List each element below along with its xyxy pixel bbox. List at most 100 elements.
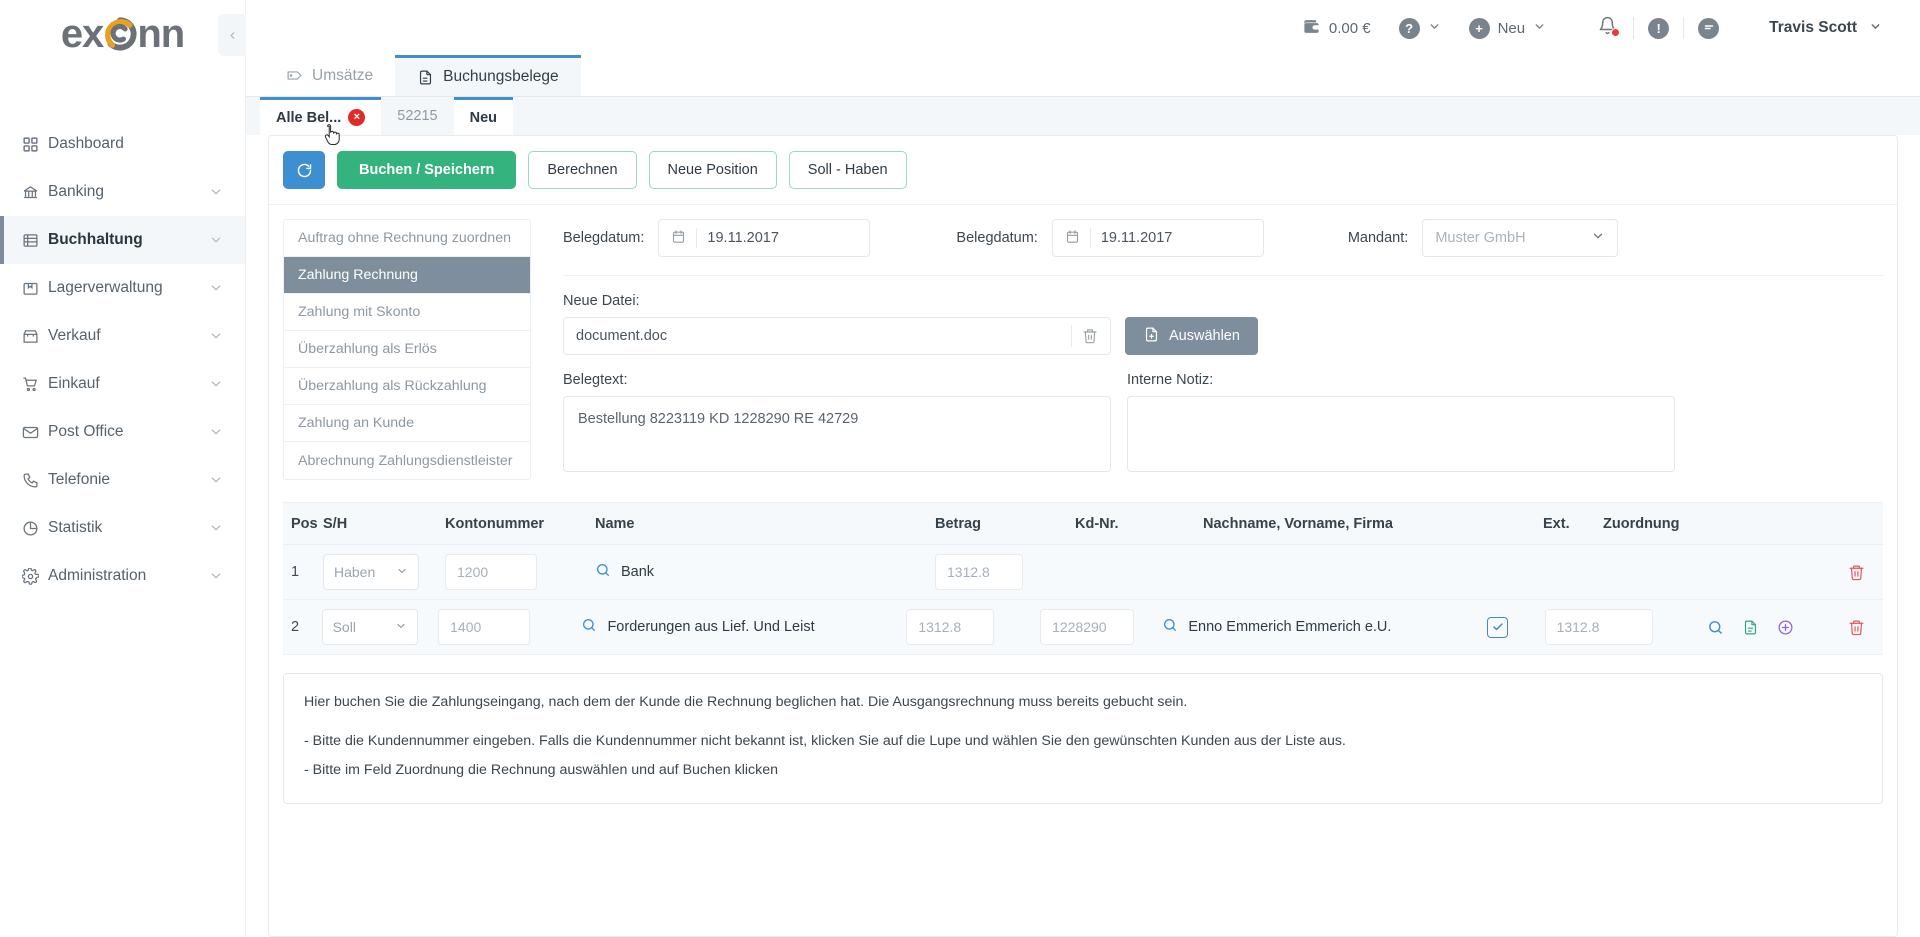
list-item[interactable]: Abrechnung Zahlungsdienstleister (284, 442, 530, 479)
kontonummer-input[interactable]: 1200 (445, 554, 537, 590)
trash-icon[interactable] (1082, 328, 1098, 344)
main-area: 0.00 € ? + Neu ! Travis Scott Umsätze Bu… (246, 0, 1920, 937)
chevron-down-icon (209, 233, 223, 247)
list-item[interactable]: Zahlung mit Skonto (284, 294, 530, 331)
sidebar-item-statistik[interactable]: Statistik (0, 504, 245, 552)
search-row-button[interactable] (1707, 619, 1724, 636)
chevron-down-icon (209, 473, 223, 487)
kd-nr-input[interactable]: 1228290 (1040, 609, 1135, 645)
name-lookup[interactable]: Bank (595, 562, 935, 582)
name-value: Forderungen aus Lief. Und Leist (607, 619, 815, 635)
sidebar-item-administration[interactable]: Administration (0, 552, 245, 600)
doc-tab-52215[interactable]: 52215 (381, 97, 454, 135)
exclamation-circle-icon: ! (1648, 17, 1670, 39)
sidebar-item-buchhaltung[interactable]: Buchhaltung (0, 216, 245, 264)
chevron-left-icon (230, 31, 234, 39)
betrag-input[interactable]: 1312.8 (906, 609, 995, 645)
belegtext-group: Belegtext: (563, 372, 1111, 472)
page-tabs: Umsätze Buchungsbelege (246, 55, 1920, 97)
chevron-down-icon (209, 281, 223, 295)
check-icon (1492, 623, 1503, 631)
list-item[interactable]: Zahlung Rechnung (284, 257, 530, 294)
chevron-down-icon (209, 377, 223, 391)
phone-icon (22, 472, 48, 489)
sidebar-item-post-office[interactable]: Post Office (0, 408, 245, 456)
tab-buchungsbelege[interactable]: Buchungsbelege (395, 55, 581, 96)
sidebar-item-banking[interactable]: Banking (0, 168, 245, 216)
kontonummer-input[interactable]: 1400 (438, 609, 531, 645)
name-lookup[interactable]: Forderungen aus Lief. Und Leist (581, 617, 906, 637)
calculate-button[interactable]: Berechnen (528, 151, 637, 189)
customer-value: Enno Emmerich Emmerich e.U. (1188, 619, 1392, 635)
sh-value: Haben (334, 564, 376, 580)
notifications-button[interactable] (1582, 16, 1633, 40)
cell-pos: 2 (291, 619, 300, 635)
calendar-icon (1065, 229, 1080, 248)
mandant-select[interactable]: Muster GmbH (1422, 219, 1619, 257)
document-plus-icon[interactable] (1742, 619, 1759, 636)
doc-tab-neu[interactable]: Neu (453, 97, 514, 135)
sidebar-item-verkauf[interactable]: Verkauf (0, 312, 245, 360)
delete-row-button[interactable] (1848, 564, 1865, 581)
col-header-kd-nr: Kd-Nr. (1075, 515, 1119, 532)
sidebar-item-einkauf[interactable]: Einkauf (0, 360, 245, 408)
save-button[interactable]: Buchen / Speichern (337, 151, 517, 189)
sidebar-item-telefonie[interactable]: Telefonie (0, 456, 245, 504)
list-item[interactable]: Überzahlung als Rückzahlung (284, 368, 530, 405)
sidebar-collapse-button[interactable] (218, 14, 246, 56)
list-item[interactable]: Überzahlung als Erlös (284, 331, 530, 368)
chevron-down-icon (209, 329, 223, 343)
logo[interactable]: ex nn (0, 0, 245, 68)
divider (696, 228, 698, 248)
customer-lookup[interactable]: Enno Emmerich Emmerich e.U. (1162, 617, 1487, 637)
chevron-down-icon (1869, 20, 1882, 37)
chevron-down-icon (1428, 20, 1441, 37)
list-item[interactable]: Zahlung an Kunde (284, 405, 530, 442)
doc-tab-label: Alle Bel... (276, 109, 342, 126)
booking-type-list: Auftrag ohne Rechnung zuordnen Zahlung R… (283, 219, 531, 480)
divider (1089, 228, 1091, 248)
list-item[interactable]: Auftrag ohne Rechnung zuordnen (284, 220, 530, 257)
sidebar-item-label: Dashboard (48, 135, 124, 152)
new-menu-label: Neu (1497, 19, 1526, 37)
plus-circle-icon[interactable] (1777, 619, 1794, 636)
belegdatum-1-input[interactable]: 19.11.2017 (658, 219, 871, 257)
interne-notiz-input[interactable] (1127, 396, 1675, 472)
doc-tab-alle-belege[interactable]: Alle Bel... × (260, 97, 382, 146)
col-header-kontonummer: Kontonummer (445, 515, 545, 532)
betrag-input[interactable]: 1312.8 (935, 554, 1023, 590)
wallet-balance[interactable]: 0.00 € (1288, 17, 1385, 40)
sh-select[interactable]: Haben (323, 554, 419, 590)
alerts-button[interactable]: ! (1634, 17, 1683, 39)
file-upload-icon (1143, 326, 1160, 347)
search-icon[interactable] (595, 562, 611, 582)
belegtext-label: Belegtext: (563, 372, 628, 388)
zuordnung-input[interactable]: 1312.8 (1544, 609, 1653, 645)
new-position-button[interactable]: Neue Position (648, 151, 777, 189)
chevron-down-icon (209, 425, 223, 439)
messages-button[interactable] (1684, 17, 1733, 39)
sidebar-item-dashboard[interactable]: Dashboard (0, 120, 245, 168)
sidebar-item-label: Banking (48, 183, 105, 200)
new-menu[interactable]: + Neu (1455, 17, 1561, 39)
close-icon[interactable]: × (348, 109, 366, 126)
file-name-input[interactable]: document.doc (563, 317, 1111, 355)
search-icon[interactable] (1162, 617, 1178, 637)
sidebar-item-label: Telefonie (48, 471, 111, 488)
chevron-down-icon (1591, 229, 1605, 247)
infobox-line-1: Hier buchen Sie die Zahlungseingang, nac… (304, 694, 1188, 710)
tab-umsaetze[interactable]: Umsätze (264, 55, 395, 96)
sh-select[interactable]: Soll (321, 609, 418, 645)
select-file-button[interactable]: Auswählen (1125, 317, 1258, 355)
search-icon[interactable] (581, 617, 597, 637)
soll-haben-button[interactable]: Soll - Haben (788, 151, 907, 189)
sidebar-item-lagerverwaltung[interactable]: Lagerverwaltung (0, 264, 245, 312)
user-menu[interactable]: Travis Scott (1733, 19, 1896, 37)
sidebar-item-label: Lagerverwaltung (48, 279, 163, 296)
help-menu[interactable]: ? (1385, 17, 1455, 39)
refresh-button[interactable] (283, 151, 325, 189)
ext-checkbox[interactable] (1487, 616, 1509, 638)
belegdatum-2-input[interactable]: 19.11.2017 (1051, 219, 1264, 257)
delete-row-button[interactable] (1848, 619, 1865, 636)
belegtext-input[interactable] (563, 396, 1111, 472)
